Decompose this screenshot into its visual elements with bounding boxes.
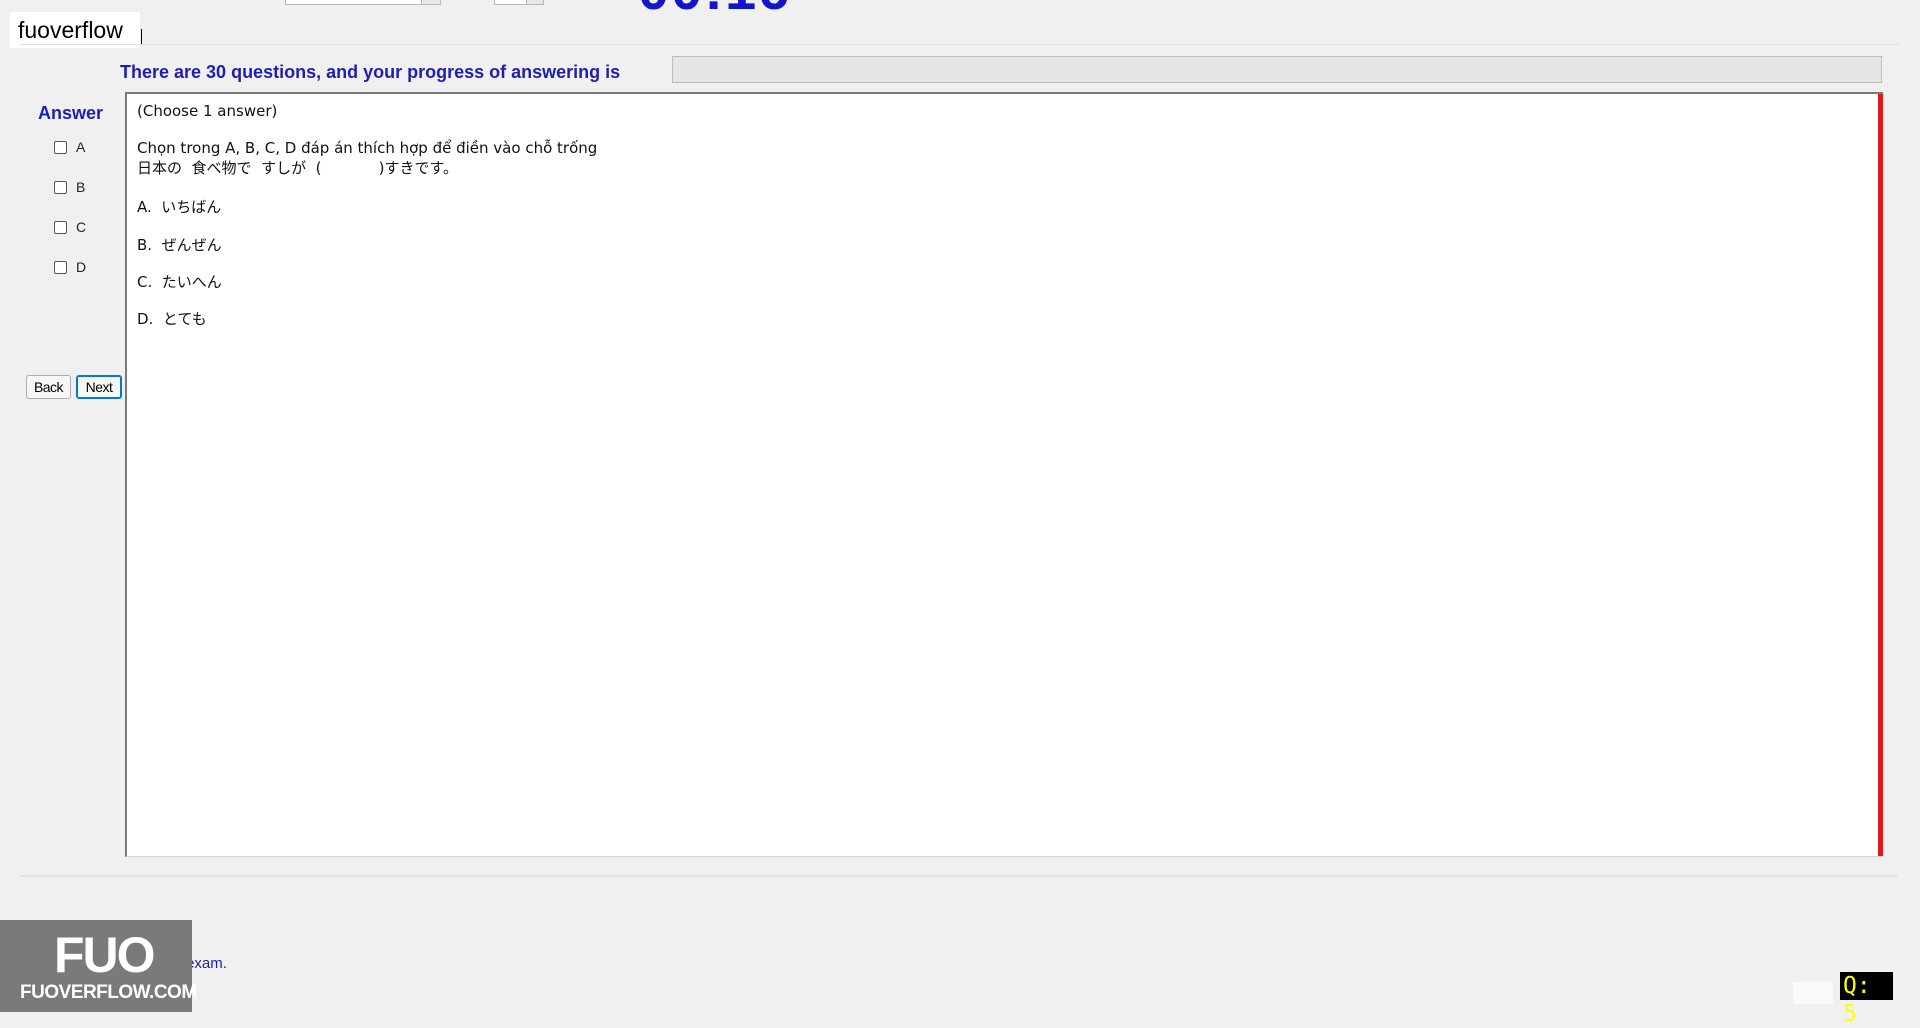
top-spinbox[interactable] (494, 0, 544, 5)
countdown-timer: 00:16 (638, 0, 791, 18)
question-choice-d: D. とても (137, 310, 207, 328)
progress-label: There are 30 questions, and your progres… (120, 62, 621, 82)
bottom-divider (20, 875, 1898, 877)
logo-domain: FUOVERFLOW.COM (20, 982, 197, 1003)
next-button[interactable]: Next (76, 375, 122, 399)
answer-option-label: A (76, 139, 86, 155)
progress-bar (672, 56, 1882, 83)
question-sentence: 日本の 食べ物で すしが ( )すきです。 (137, 159, 459, 177)
checkbox-b[interactable] (54, 180, 67, 194)
answer-option-c[interactable]: C (54, 218, 86, 236)
question-counter: Q: 5 (1840, 972, 1893, 1027)
question-instruction: (Choose 1 answer) (137, 102, 278, 120)
question-choice-b: B. ぜんぜん (137, 236, 222, 254)
watermark-text: fuoverflow (10, 12, 140, 48)
back-button[interactable]: Back (26, 375, 71, 399)
question-prompt: Chọn trong A, B, C, D đáp án thích hợp đ… (137, 139, 598, 157)
checkbox-a[interactable] (54, 140, 67, 154)
text-caret (141, 29, 142, 45)
fuo-logo: FUO FUOVERFLOW.COM (0, 920, 197, 1012)
checkbox-c[interactable] (54, 220, 67, 234)
answer-option-d[interactable]: D (54, 258, 86, 276)
answer-option-label: C (76, 219, 87, 235)
top-combobox[interactable] (285, 0, 441, 5)
answer-title: Answer (38, 103, 104, 123)
top-divider (20, 44, 1900, 45)
checkbox-d[interactable] (54, 260, 67, 274)
answer-option-a[interactable]: A (54, 138, 85, 156)
panel-red-bar (1878, 94, 1883, 856)
answer-option-label: D (76, 259, 87, 275)
answer-option-label: B (76, 179, 86, 195)
question-choice-c: C. たいへん (137, 273, 222, 291)
question-choice-a: A. いちばん (137, 198, 222, 216)
spinner-arrows-icon[interactable] (526, 0, 543, 4)
answer-option-b[interactable]: B (54, 178, 85, 196)
question-panel: (Choose 1 answer) Chọn trong A, B, C, D … (125, 92, 1883, 857)
chevron-down-icon[interactable] (421, 0, 440, 4)
counter-background (1793, 982, 1833, 1004)
logo-text: FUO (54, 927, 156, 983)
